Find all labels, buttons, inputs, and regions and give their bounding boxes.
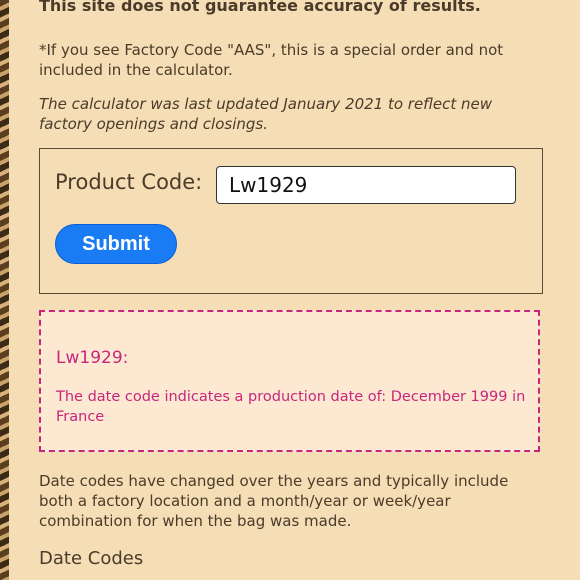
date-code-info: Date codes have changed over the years a…: [39, 472, 509, 530]
update-note: The calculator was last updated January …: [39, 95, 493, 133]
product-code-input[interactable]: [216, 166, 516, 204]
calculator-form: Product Code: Submit: [39, 148, 543, 294]
result-code: Lw1929:: [56, 348, 129, 368]
result-message: The date code indicates a production dat…: [56, 389, 526, 425]
submit-button[interactable]: Submit: [55, 224, 177, 264]
result-panel: Lw1929: The date code indicates a produc…: [39, 310, 540, 452]
decorative-edge: [0, 0, 9, 580]
special-order-note: *If you see Factory Code "AAS", this is …: [39, 41, 504, 79]
product-code-label: Product Code:: [55, 170, 203, 194]
section-heading: Date Codes: [39, 548, 144, 569]
disclaimer-text: This site does not guarantee accuracy of…: [39, 0, 481, 15]
